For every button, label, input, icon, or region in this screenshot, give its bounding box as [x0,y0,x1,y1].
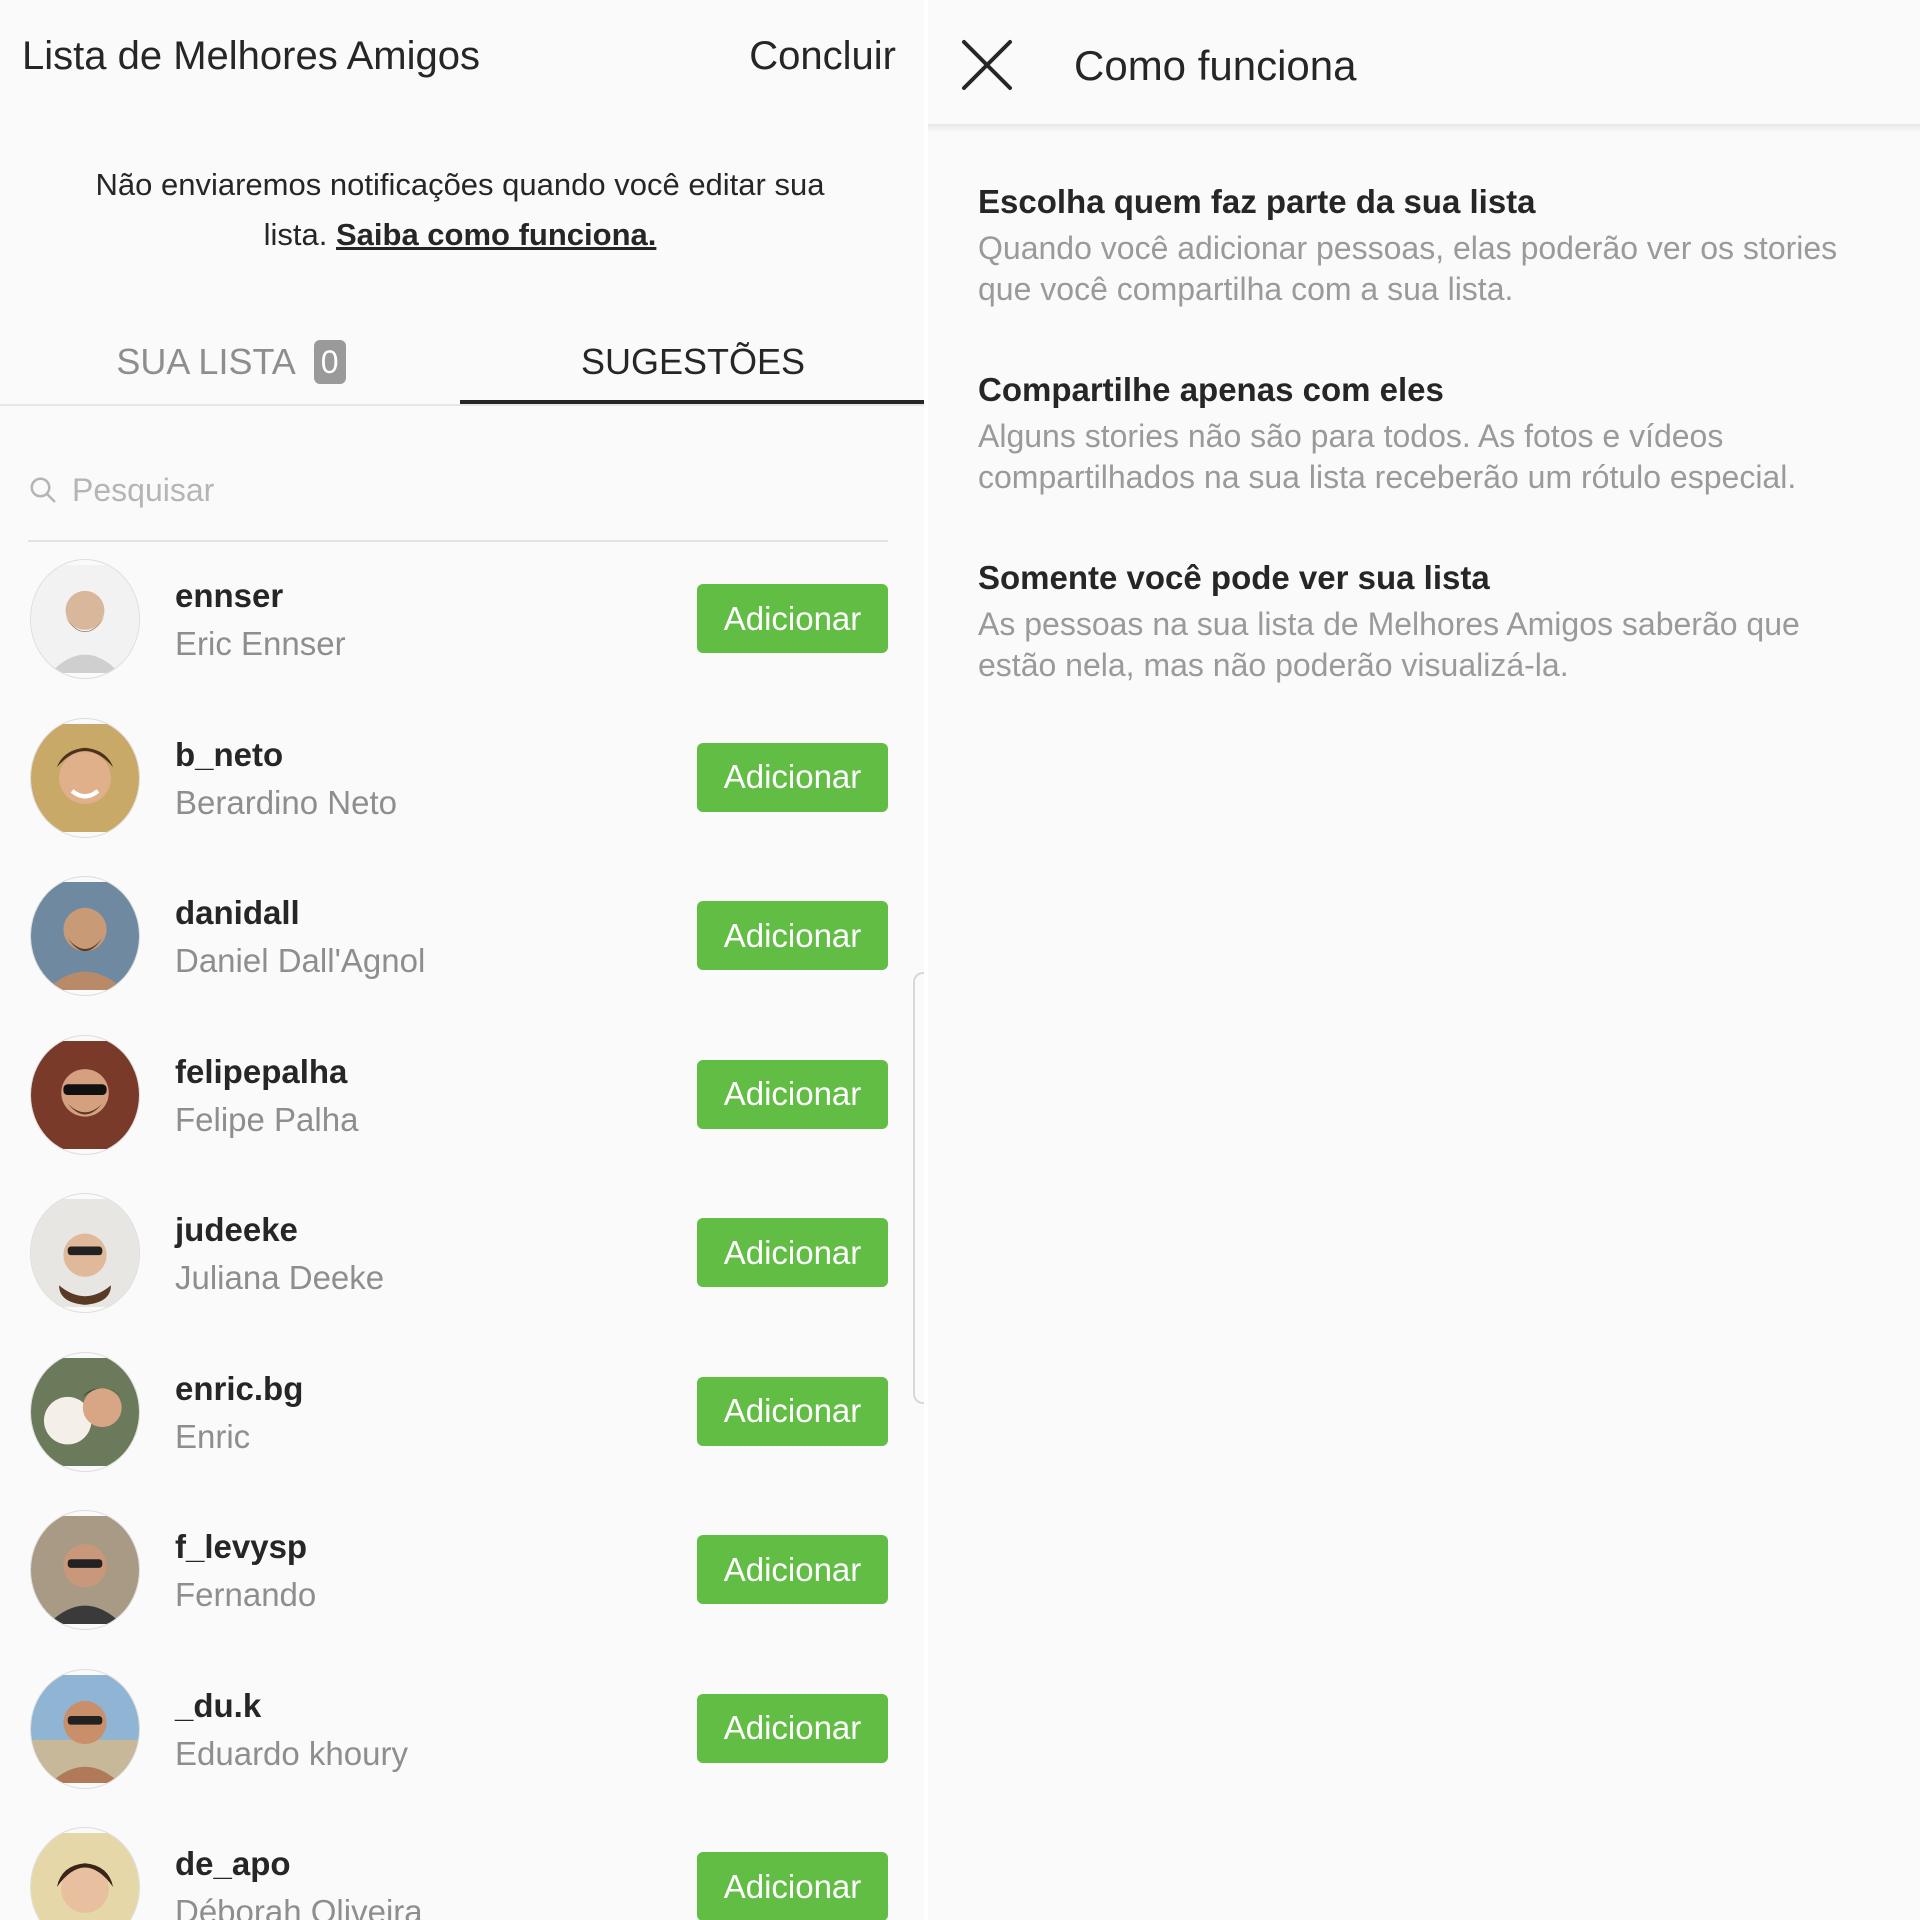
info-message: Não enviaremos notificações quando você … [60,160,860,260]
info-section: Compartilhe apenas com eles Alguns stori… [978,368,1878,498]
done-button[interactable]: Concluir [749,34,896,79]
full-name: Daniel Dall'Agnol [175,942,426,979]
avatar[interactable] [30,559,140,679]
section-body: Quando você adicionar pessoas, elas pode… [978,230,1838,307]
full-name: Eric Ennser [175,625,346,662]
full-name: Eduardo khoury [175,1734,408,1772]
add-button[interactable]: Adicionar [697,1852,888,1920]
how-it-works-panel: Como funciona Escolha quem faz parte da … [928,0,1920,1920]
list-item: felipepalha Felipe Palha Adicionar [0,1031,924,1190]
username: b_neto [175,735,284,773]
tab-suggestions-label: SUGESTÕES [580,341,806,382]
list-item: danidall Daniel Dall'Agnol Adicionar [0,872,924,1031]
username: judeeke [175,1211,298,1248]
header: Como funciona [928,0,1920,124]
add-button[interactable]: Adicionar [697,584,888,653]
add-button[interactable]: Adicionar [697,1218,888,1287]
section-body: As pessoas na sua lista de Melhores Amig… [978,606,1800,683]
section-body: Alguns stories não são para todos. As fo… [978,418,1797,495]
username: _du.k [175,1686,262,1724]
count-badge: 0 [313,340,346,384]
avatar[interactable] [30,1034,140,1155]
info-section: Somente você pode ver sua lista As pesso… [978,556,1878,686]
avatar[interactable] [30,717,140,838]
avatar[interactable] [30,1668,140,1789]
list-item: _du.k Eduardo khoury Adicionar [0,1665,924,1824]
add-button[interactable]: Adicionar [697,901,888,970]
username: felipepalha [175,1052,348,1090]
username: enric.bg [175,1369,304,1407]
tab-your-list-label: SUA LISTA [116,341,296,382]
section-title: Compartilhe apenas com eles [978,371,1444,408]
search-input[interactable] [70,470,774,510]
username: f_levysp [175,1528,308,1565]
add-button[interactable]: Adicionar [697,1535,888,1604]
active-tab-indicator [460,400,924,404]
list-item: judeeke Juliana Deeke Adicionar [0,1189,924,1348]
list-item: f_levysp Fernando Adicionar [0,1506,924,1665]
username: de_apo [175,1845,291,1882]
add-button[interactable]: Adicionar [697,1693,888,1763]
close-icon[interactable] [960,38,1014,92]
tab-divider [0,404,924,406]
search-icon [30,477,56,503]
list-item: b_neto Berardino Neto Adicionar [0,714,924,873]
full-name: Déborah Oliveira [175,1893,423,1920]
full-name: Felipe Palha [175,1100,359,1138]
username: danidall [175,894,300,931]
sections: Escolha quem faz parte da sua lista Quan… [978,180,1878,744]
scrollbar[interactable] [913,972,924,1404]
page-title: Lista de Melhores Amigos [22,34,481,78]
best-friends-panel: Lista de Melhores Amigos Concluir Não en… [0,0,924,1920]
add-button[interactable]: Adicionar [697,1059,888,1129]
learn-more-link[interactable]: Saiba como funciona. [336,217,656,252]
full-name: Fernando [175,1576,317,1613]
info-section: Escolha quem faz parte da sua lista Quan… [978,180,1878,310]
suggestions-list: ennser Eric Ennser Adicionar b_neto Bera… [0,555,924,1920]
tab-your-list[interactable]: SUA LISTA 0 [0,318,462,406]
section-title: Escolha quem faz parte da sua lista [978,183,1536,220]
add-button[interactable]: Adicionar [697,1376,888,1446]
list-item: ennser Eric Ennser Adicionar [0,555,924,714]
username: ennser [175,577,284,614]
avatar[interactable] [30,1351,140,1472]
panel-title: Como funciona [1074,42,1357,89]
header-shadow [928,124,1920,132]
avatar[interactable] [30,876,140,996]
search-bar [28,440,888,542]
full-name: Berardino Neto [175,783,397,821]
avatar[interactable] [30,1510,140,1630]
avatar[interactable] [30,1193,140,1313]
section-title: Somente você pode ver sua lista [978,559,1490,596]
full-name: Juliana Deeke [175,1259,385,1296]
add-button[interactable]: Adicionar [697,742,888,812]
full-name: Enric [175,1417,251,1455]
tab-bar: SUA LISTA 0 SUGESTÕES [0,318,924,406]
avatar[interactable] [30,1827,140,1920]
list-item: de_apo Déborah Oliveira Adicionar [0,1823,924,1920]
tab-suggestions[interactable]: SUGESTÕES [462,318,924,406]
list-item: enric.bg Enric Adicionar [0,1348,924,1507]
